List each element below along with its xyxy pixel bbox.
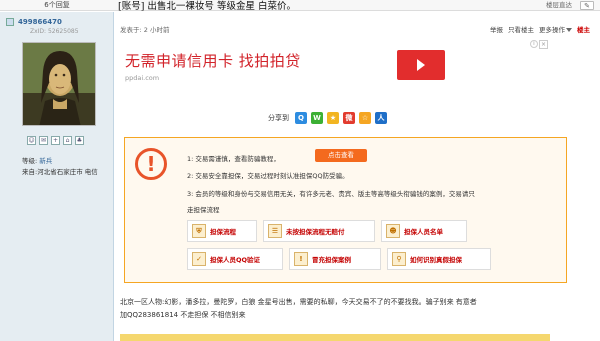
ad-title[interactable]: 无需申请信用卡 找拍拍贷 (125, 50, 301, 71)
notice-line-2: 2: 交易安全靠担保，交易过程时刻认准担保QQ防受骗。 (187, 172, 349, 180)
notice-line-3-cont: 走担保流程 (187, 206, 220, 214)
impostor-cases-button[interactable]: ! 冒充担保案例 (289, 248, 381, 270)
user-level: 等级: 新兵 (22, 155, 52, 165)
post-actions: 举报 只看楼主 更多操作 楼主 (490, 24, 590, 34)
floor-jump-link[interactable]: 楼层直达 (546, 0, 572, 11)
qzone-icon[interactable]: ★ (327, 112, 339, 124)
wechat-icon[interactable]: W (311, 112, 323, 124)
escrow-staff-list-label: 担保人员名单 (404, 228, 443, 236)
close-icon[interactable]: × (539, 40, 548, 49)
top-bar: 6个回复 [账号] 出售北一裸妆号 等级金星 白菜价。 楼层直达 ✎ (0, 0, 600, 12)
avatar[interactable] (22, 42, 96, 126)
ad-url: ppdai.com (125, 74, 160, 82)
level-value[interactable]: 新兵 (39, 157, 52, 165)
home-icon[interactable]: ⌂ (63, 136, 72, 145)
info-icon[interactable]: i (530, 40, 538, 48)
identify-escrow-label: 如何识别真假担保 (410, 256, 462, 264)
post-time: 发表于: 2 小时前 (120, 26, 170, 34)
weibo-icon[interactable]: 微 (343, 112, 355, 124)
post-content-line-1: 北京一区人物:幻影，潘多拉，曼陀罗，白狼 金星号出售，需要的私聊，今天交易不了的… (120, 298, 477, 306)
author-badge: 楼主 (577, 26, 590, 34)
pencil-icon[interactable]: ✎ (580, 1, 594, 10)
reply-count: 6个回复 (44, 1, 70, 9)
shield-icon: ⛨ (192, 224, 206, 238)
ad-banner[interactable]: 无需申请信用卡 找拍拍贷 ppdai.com i × (120, 38, 550, 96)
online-status-icon (6, 18, 14, 26)
no-compensation-label: 未按担保流程无赔付 (286, 228, 345, 236)
profile-icon[interactable]: ☺ (27, 136, 36, 145)
qq-icon[interactable]: Q (295, 112, 307, 124)
safety-notice: ! 1: 交易需谨慎，查看防骗教程， 点击查看 2: 交易安全靠担保，交易过程时… (124, 137, 567, 283)
only-author-link[interactable]: 只看楼主 (508, 24, 534, 34)
user-origin: 来自:河北省石家庄市 电信 (22, 168, 98, 176)
view-tutorial-button[interactable]: 点击查看 (315, 149, 367, 162)
group-icon[interactable]: ♣ (75, 136, 84, 145)
post-content: 北京一区人物:幻影，潘多拉，曼陀罗，白狼 金星号出售，需要的私聊，今天交易不了的… (120, 296, 570, 322)
renren-icon[interactable]: 人 (375, 112, 387, 124)
notice-line-1: 1: 交易需谨慎，查看防骗教程， (187, 155, 280, 163)
arrow-right-icon (417, 59, 425, 71)
user-sidebar: 499866470 ZxID: 52625085 ☺ ✉ + ⌂ ♣ 等级: 新… (0, 12, 114, 341)
star-icon[interactable]: ☆ (359, 112, 371, 124)
message-icon[interactable]: ✉ (39, 136, 48, 145)
user-id: ZxID: 52625085 (30, 28, 79, 35)
escrow-process-label: 担保流程 (210, 228, 236, 236)
no-compensation-button[interactable]: ☰ 未按担保流程无赔付 (263, 220, 375, 242)
document-icon: ☰ (268, 224, 282, 238)
ad-play-button[interactable] (397, 50, 445, 80)
impostor-cases-label: 冒充担保案例 (312, 256, 351, 264)
post-content-line-2: 加QQ283861814 不走担保 不相信别来 (120, 311, 246, 319)
warning-icon: ! (135, 148, 167, 180)
more-actions-label: 更多操作 (539, 26, 565, 34)
level-label: 等级: (22, 157, 38, 165)
bottom-banner (120, 334, 550, 341)
notice-line-3: 3: 会员的等级和身份与交易信用无关，有许多元老、贵宾、版主等高等级头衔骗钱的案… (187, 190, 475, 198)
share-bar: 分享到 Q W ★ 微 ☆ 人 (268, 112, 387, 124)
share-label: 分享到 (268, 114, 289, 122)
identify-escrow-button[interactable]: ⚲ 如何识别真假担保 (387, 248, 491, 270)
qq-verify-button[interactable]: ✓ 担保人员QQ验证 (187, 248, 283, 270)
user-action-icons: ☺ ✉ + ⌂ ♣ (27, 136, 84, 145)
add-friend-icon[interactable]: + (51, 136, 60, 145)
escrow-process-button[interactable]: ⛨ 担保流程 (187, 220, 257, 242)
qq-verify-label: 担保人员QQ验证 (210, 256, 261, 264)
username[interactable]: 499866470 (18, 18, 62, 26)
thread-title: [账号] 出售北一裸妆号 等级金星 白菜价。 (118, 1, 296, 12)
more-actions-dropdown[interactable]: 更多操作 (539, 24, 572, 34)
search-icon: ⚲ (392, 252, 406, 266)
report-link[interactable]: 举报 (490, 24, 503, 34)
chevron-down-icon (566, 28, 572, 32)
alert-icon: ! (294, 252, 308, 266)
verify-icon: ✓ (192, 252, 206, 266)
people-icon: ☻ (386, 224, 400, 238)
escrow-staff-list-button[interactable]: ☻ 担保人员名单 (381, 220, 467, 242)
